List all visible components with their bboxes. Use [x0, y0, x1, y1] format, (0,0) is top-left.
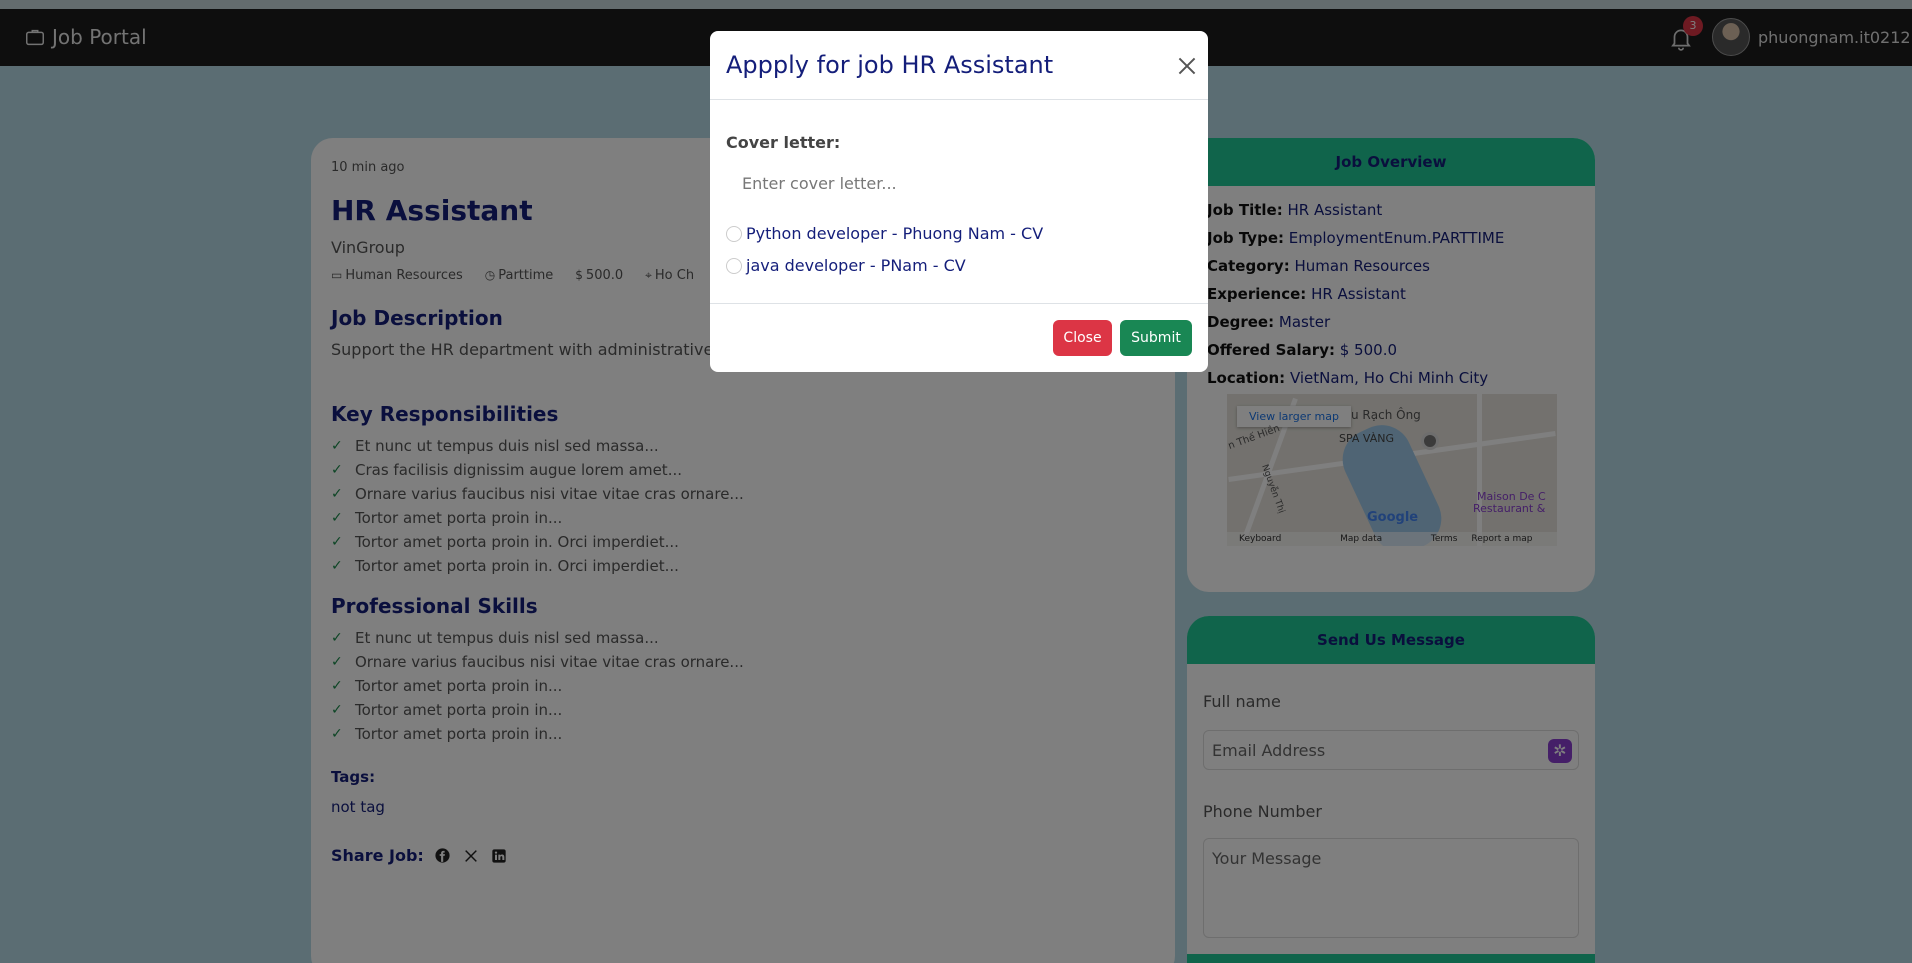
close-button[interactable]: Close — [1053, 320, 1112, 356]
cv-option[interactable]: java developer - PNam - CV — [726, 256, 966, 275]
cover-letter-label: Cover letter: — [726, 133, 841, 152]
cv-option[interactable]: Python developer - Phuong Nam - CV — [726, 224, 1043, 243]
close-icon[interactable] — [1174, 53, 1200, 79]
cv-option-label: Python developer - Phuong Nam - CV — [746, 224, 1044, 243]
cover-letter-input[interactable]: Enter cover letter... — [726, 166, 1192, 202]
modal-divider — [710, 99, 1208, 100]
cv-option-label: java developer - PNam - CV — [746, 256, 966, 275]
modal-divider — [710, 303, 1208, 304]
cv-radio[interactable] — [726, 257, 742, 274]
cv-radio[interactable] — [726, 225, 742, 242]
submit-button[interactable]: Submit — [1120, 320, 1192, 356]
apply-modal: Appply for job HR Assistant Cover letter… — [710, 31, 1208, 372]
modal-title: Appply for job HR Assistant — [726, 51, 1054, 79]
